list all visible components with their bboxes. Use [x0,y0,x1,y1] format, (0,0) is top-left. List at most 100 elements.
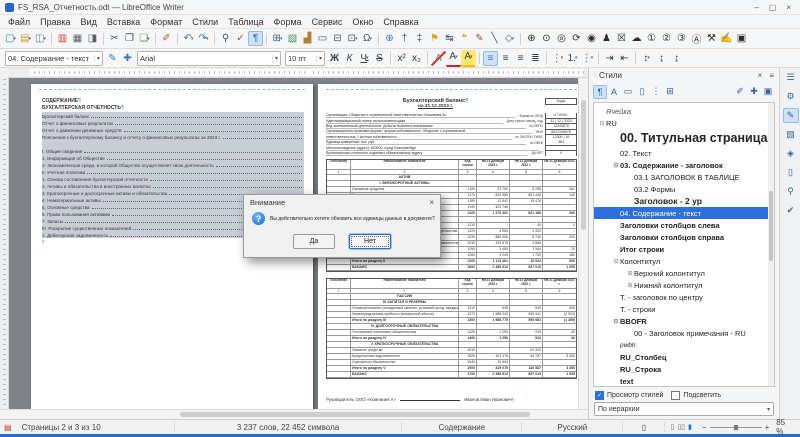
toolbar-icon[interactable]: ③ [674,31,689,46]
toolbar-icon[interactable]: ② [659,31,674,46]
toolbar-icon[interactable]: ☁ [629,31,644,46]
horizontal-scrollbar[interactable] [0,409,588,419]
format-button[interactable]: ⇤ [617,51,632,66]
toolbar-icon[interactable]: ↷ [196,31,211,46]
checkbox-checked-icon[interactable]: ✓ [595,391,604,400]
style-tree-item[interactable]: Ячейка [594,105,774,117]
toolbar-icon[interactable]: ▤ [18,31,33,46]
menu-item[interactable]: Сервис [307,17,348,27]
format-button[interactable]: ⇥ [602,51,617,66]
tree-expander-icon[interactable]: ⊟ [612,258,620,265]
toolbar-icon[interactable]: ▭ [315,31,330,46]
toolbar-icon[interactable]: ⚒ [704,31,719,46]
style-tree-item[interactable]: ⊟ Колонтитул [594,255,774,267]
toolbar-icon[interactable]: ⚑ [427,31,442,46]
sidebar-tab-icon[interactable]: ⚙ [783,89,799,104]
format-button[interactable]: ↨ [654,51,669,66]
toolbar-icon[interactable]: ↶ [181,31,196,46]
menu-item[interactable]: Окно [347,17,378,27]
style-tree-item[interactable]: 04. Содержание - текст [594,207,774,219]
style-tree-item[interactable]: RU_Столбец [594,351,774,363]
format-button[interactable]: ⋮ [550,51,565,66]
sidebar-tab-icon[interactable]: ✔ [783,203,799,218]
chevron-down-icon[interactable]: ▾ [767,406,770,413]
toolbar-icon[interactable]: ✍ [719,31,734,46]
toolbar-icon[interactable]: ⊡ [345,31,360,46]
tree-expander-icon[interactable]: ⊞ [626,282,634,289]
toolbar-icon[interactable]: ╲ [487,31,502,46]
sidebar-tab-icon[interactable]: ⚲ [783,184,799,199]
format-button[interactable]: A [461,50,476,67]
sidebar-tab-icon[interactable]: ◈ [783,146,799,161]
format-button[interactable]: x² [394,51,409,66]
format-button[interactable] [479,52,480,64]
toolbar-icon[interactable]: ◇ [502,31,517,46]
style-tool-icon[interactable]: ✐ [733,85,747,99]
book-view-icon[interactable]: ▮ [688,423,692,431]
style-tree-item[interactable]: text [594,375,774,387]
toolbar-icon[interactable]: ▥ [55,31,70,46]
toolbar-icon[interactable]: ↹ [442,31,457,46]
toolbar-icon[interactable]: ✎ [472,31,487,46]
toolbar-icon[interactable]: Ω [360,31,375,46]
page-count-field[interactable]: Страницы 2 и 3 из 10 [16,422,175,432]
toolbar-icon[interactable]: ◎ [554,31,569,46]
style-category-icon[interactable]: ¶ [593,85,607,99]
panel-close-icon[interactable]: × [758,71,763,80]
maximize-button[interactable]: ▢ [769,3,777,12]
style-tree-item[interactable]: 00 - Заголовок примечания - RU [594,327,774,339]
style-category-icon[interactable]: ▯ [635,85,649,99]
toolbar-icon[interactable]: ⊕ [382,31,397,46]
toolbar-icon[interactable] [177,33,178,45]
toolbar-icon[interactable]: ⚲ [218,31,233,46]
toolbar-icon[interactable] [520,33,521,45]
style-tree-item[interactable]: Т. - заголовок по центру [594,291,774,303]
toolbar-icon[interactable]: ▣ [734,31,749,46]
toolbar-icon[interactable]: ❏ [137,31,152,46]
paragraph-style-combo[interactable]: 04. Содержание - текст ▾ [5,51,103,66]
single-page-view-icon[interactable]: ▯ [670,423,674,431]
menu-item[interactable]: Форма [269,17,307,27]
style-tree-item[interactable]: Заголовки столбцов справа [594,231,774,243]
format-button[interactable]: x₂ [409,51,424,66]
toolbar-icon[interactable]: ⟳ [569,31,584,46]
scrollbar-thumb[interactable] [581,100,586,230]
format-button[interactable]: 1. [565,51,580,66]
zoom-value[interactable]: 85 % [774,418,800,436]
style-filter-select[interactable]: По иерархии ▾ [594,402,774,416]
toolbar-icon[interactable]: Ⓐ [689,31,704,46]
toolbar-icon[interactable] [214,33,215,45]
styles-tree[interactable]: Ячейка ⊟ RU 00. Титульная страница [593,102,775,387]
tree-expander-icon[interactable]: ⊟ [598,120,606,127]
page-style-field[interactable]: Содержание [402,422,522,432]
font-name-combo[interactable]: Arial ▾ [137,51,281,66]
minimize-button[interactable]: – [754,3,758,12]
close-button[interactable]: × [786,3,791,12]
style-tree-item[interactable]: pwbh [594,339,774,351]
vertical-scrollbar[interactable] [578,78,588,409]
style-tool-icon[interactable]: ✚ [747,85,761,99]
format-button[interactable] [598,52,599,64]
style-tree-item[interactable]: Т. - строки [594,303,774,315]
format-button[interactable] [390,52,391,64]
menu-item[interactable]: Файл [3,17,35,27]
toolbar-icon[interactable]: ◫ [33,31,48,46]
toolbar-icon[interactable]: ⊕ [524,31,539,46]
menu-item[interactable]: Формат [145,17,187,27]
style-tree-item[interactable]: 02. Текст [594,147,774,159]
format-button[interactable]: ≡ [513,51,528,66]
zoom-out-icon[interactable]: − [702,423,707,432]
tree-expander-icon[interactable]: ⊞ [626,270,634,277]
style-tree-item[interactable]: 03.2 Формы [594,183,774,195]
spotlight-checkbox[interactable]: Подсветить [671,391,721,400]
dialog-close-icon[interactable]: × [429,198,434,207]
sidebar-tab-icon[interactable]: ✎ [783,108,799,123]
tree-expander-icon[interactable]: ⊟ [612,318,620,325]
tree-expander-icon[interactable]: ⊟ [612,162,620,169]
toolbar-icon[interactable]: ¶ [248,31,263,46]
checkbox-empty-icon[interactable] [671,391,680,400]
zoom-in-icon[interactable]: + [765,423,770,432]
panel-menu-icon[interactable]: ≡ [769,71,774,80]
toolbar-icon[interactable] [155,33,156,45]
format-button[interactable]: A [446,50,461,67]
